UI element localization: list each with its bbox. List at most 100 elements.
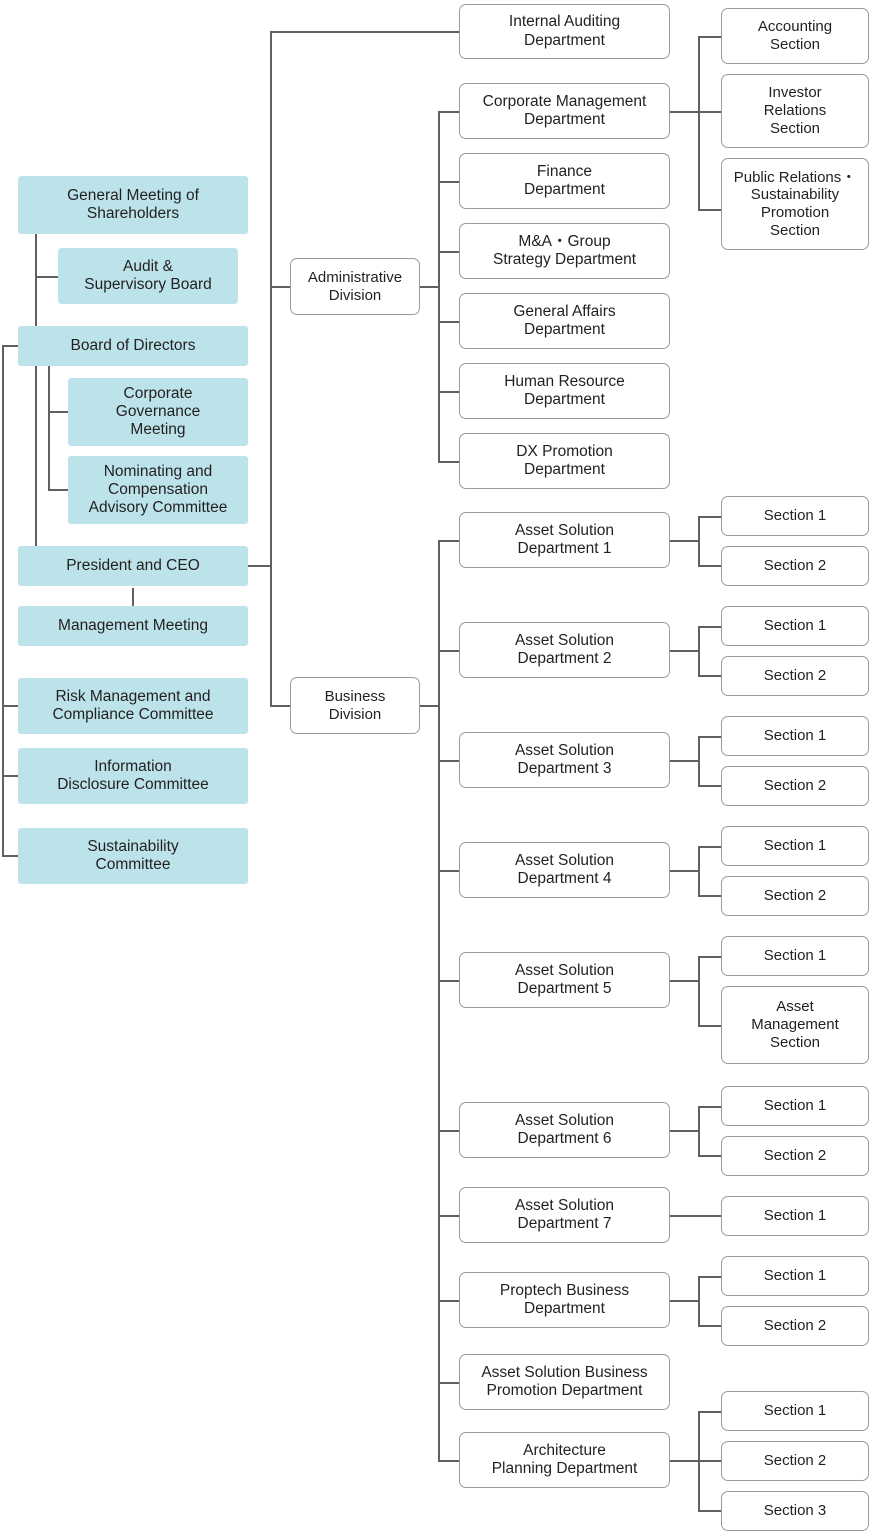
connector-dept-asset-3 xyxy=(438,760,459,762)
node-nominating-compensation-advisory-committee[interactable]: Nominating and Compensation Advisory Com… xyxy=(68,456,248,524)
connector-sec-investor xyxy=(698,111,721,113)
node-asset-solution-department-2[interactable]: Asset Solution Department 2 xyxy=(459,622,670,678)
connector-asset5-sec2 xyxy=(698,1025,721,1027)
connector-dept-general-affairs xyxy=(438,321,459,323)
connector-dept-architecture xyxy=(438,1460,459,1462)
node-risk-management-compliance-committee[interactable]: Risk Management and Compliance Committee xyxy=(18,678,248,734)
connector-asset4-sec2 xyxy=(698,895,721,897)
connector-asset6-out xyxy=(670,1130,700,1132)
node-proptech-section-2[interactable]: Section 2 xyxy=(721,1306,869,1346)
node-asset5-section-1[interactable]: Section 1 xyxy=(721,936,869,976)
connector-division-trunk xyxy=(270,31,272,706)
connector-business-division xyxy=(270,705,290,707)
node-asset3-section-1[interactable]: Section 1 xyxy=(721,716,869,756)
node-architecture-section-1[interactable]: Section 1 xyxy=(721,1391,869,1431)
node-board-of-directors[interactable]: Board of Directors xyxy=(18,326,248,366)
connector-asset5-sec1 xyxy=(698,956,721,958)
connector-asset2-sec-trunk xyxy=(698,626,700,676)
node-sustainability-committee[interactable]: Sustainability Committee xyxy=(18,828,248,884)
connector-audit-branch xyxy=(35,276,60,278)
connector-corp-gov-branch xyxy=(48,411,70,413)
node-general-meeting-of-shareholders[interactable]: General Meeting of Shareholders xyxy=(18,176,248,234)
node-asset2-section-2[interactable]: Section 2 xyxy=(721,656,869,696)
connector-business-out xyxy=(420,705,440,707)
node-asset1-section-2[interactable]: Section 2 xyxy=(721,546,869,586)
node-proptech-section-1[interactable]: Section 1 xyxy=(721,1256,869,1296)
node-management-meeting[interactable]: Management Meeting xyxy=(18,606,248,646)
node-business-division[interactable]: Business Division xyxy=(290,677,420,734)
node-architecture-planning-department[interactable]: Architecture Planning Department xyxy=(459,1432,670,1488)
node-asset-solution-department-6[interactable]: Asset Solution Department 6 xyxy=(459,1102,670,1158)
connector-asset1-sec2 xyxy=(698,565,721,567)
connector-sec-public-rel xyxy=(698,209,721,211)
connector-architecture-sec1 xyxy=(698,1411,721,1413)
connector-nominating-branch xyxy=(48,489,70,491)
node-asset-solution-department-1[interactable]: Asset Solution Department 1 xyxy=(459,512,670,568)
connector-dept-asset-6 xyxy=(438,1130,459,1132)
node-audit-supervisory-board[interactable]: Audit & Supervisory Board xyxy=(58,248,238,304)
node-administrative-division[interactable]: Administrative Division xyxy=(290,258,420,315)
connector-architecture-sec3 xyxy=(698,1510,721,1512)
node-asset4-section-2[interactable]: Section 2 xyxy=(721,876,869,916)
connector-dept-human-resource xyxy=(438,391,459,393)
node-investor-relations-section[interactable]: Investor Relations Section xyxy=(721,74,869,148)
connector-architecture-out xyxy=(670,1460,700,1462)
node-public-relations-sustainability-promotion-section[interactable]: Public Relations・ Sustainability Promoti… xyxy=(721,158,869,250)
node-asset6-section-1[interactable]: Section 1 xyxy=(721,1086,869,1126)
node-corporate-governance-meeting[interactable]: Corporate Governance Meeting xyxy=(68,378,248,446)
node-asset-solution-business-promotion-department[interactable]: Asset Solution Business Promotion Depart… xyxy=(459,1354,670,1410)
connector-asset3-sec1 xyxy=(698,736,721,738)
connector-corpmgmt-sec-trunk xyxy=(698,36,700,211)
connector-asset2-sec1 xyxy=(698,626,721,628)
connector-asset5-sec-trunk xyxy=(698,956,700,1026)
node-human-resource-department[interactable]: Human Resource Department xyxy=(459,363,670,419)
node-president-and-ceo[interactable]: President and CEO xyxy=(18,546,248,586)
node-accounting-section[interactable]: Accounting Section xyxy=(721,8,869,64)
connector-board-sub-trunk xyxy=(48,365,50,490)
connector-asset2-sec2 xyxy=(698,675,721,677)
node-asset2-section-1[interactable]: Section 1 xyxy=(721,606,869,646)
node-asset-solution-department-5[interactable]: Asset Solution Department 5 xyxy=(459,952,670,1008)
connector-asset6-sec1 xyxy=(698,1106,721,1108)
connector-president-right xyxy=(248,565,272,567)
node-asset3-section-2[interactable]: Section 2 xyxy=(721,766,869,806)
node-proptech-business-department[interactable]: Proptech Business Department xyxy=(459,1272,670,1328)
connector-admin-dept-trunk xyxy=(438,111,440,461)
connector-asset4-sec-trunk xyxy=(698,846,700,896)
node-information-disclosure-committee[interactable]: Information Disclosure Committee xyxy=(18,748,248,804)
connector-architecture-sec2 xyxy=(698,1460,721,1462)
node-internal-auditing-department[interactable]: Internal Auditing Department xyxy=(459,4,670,59)
node-asset-management-section[interactable]: Asset Management Section xyxy=(721,986,869,1064)
connector-asset1-out xyxy=(670,540,700,542)
node-asset7-section-1[interactable]: Section 1 xyxy=(721,1196,869,1236)
connector-left-trunk xyxy=(2,345,4,856)
connector-asset3-out xyxy=(670,760,700,762)
node-dx-promotion-department[interactable]: DX Promotion Department xyxy=(459,433,670,489)
connector-dept-asset-4 xyxy=(438,870,459,872)
connector-dept-asset-2 xyxy=(438,650,459,652)
node-asset6-section-2[interactable]: Section 2 xyxy=(721,1136,869,1176)
node-corporate-management-department[interactable]: Corporate Management Department xyxy=(459,83,670,139)
node-architecture-section-2[interactable]: Section 2 xyxy=(721,1441,869,1481)
connector-president-management xyxy=(132,588,134,606)
node-architecture-section-3[interactable]: Section 3 xyxy=(721,1491,869,1531)
connector-asset5-out xyxy=(670,980,700,982)
node-asset4-section-1[interactable]: Section 1 xyxy=(721,826,869,866)
node-asset-solution-department-4[interactable]: Asset Solution Department 4 xyxy=(459,842,670,898)
node-asset-solution-department-7[interactable]: Asset Solution Department 7 xyxy=(459,1187,670,1243)
node-asset1-section-1[interactable]: Section 1 xyxy=(721,496,869,536)
connector-proptech-sec-trunk xyxy=(698,1276,700,1326)
connector-asset7-sec1 xyxy=(670,1215,721,1217)
connector-asset6-sec-trunk xyxy=(698,1106,700,1156)
node-asset-solution-department-3[interactable]: Asset Solution Department 3 xyxy=(459,732,670,788)
connector-dept-finance xyxy=(438,181,459,183)
connector-asset1-sec1 xyxy=(698,516,721,518)
connector-dept-asset-7 xyxy=(438,1215,459,1217)
connector-shareholders-spine xyxy=(35,233,37,566)
node-ma-group-strategy-department[interactable]: M&A・Group Strategy Department xyxy=(459,223,670,279)
node-general-affairs-department[interactable]: General Affairs Department xyxy=(459,293,670,349)
connector-admin-out xyxy=(420,286,440,288)
connector-proptech-out xyxy=(670,1300,700,1302)
node-finance-department[interactable]: Finance Department xyxy=(459,153,670,209)
connector-asset6-sec2 xyxy=(698,1155,721,1157)
